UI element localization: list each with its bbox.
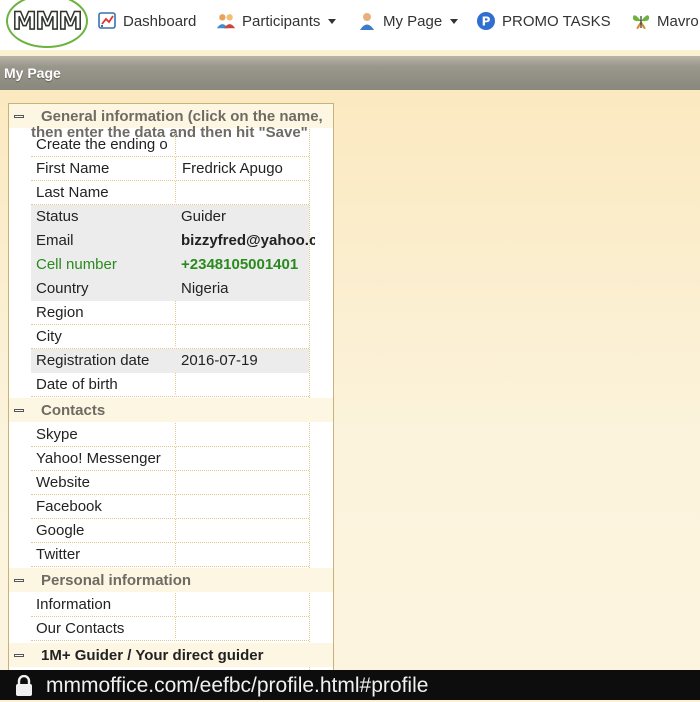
participants-icon [216,11,236,31]
field-label: Registration date [36,352,150,369]
chevron-down-icon [450,18,459,24]
section-personal-header[interactable]: Personal information [9,568,333,592]
personal-row-our-contacts[interactable]: Our Contacts [31,617,309,641]
country-value: Nigeria [181,280,229,297]
profile-row-email: Email bizzyfred@yahoo.c [31,229,315,253]
status-value: Guider [181,208,227,225]
lock-icon [14,674,34,702]
contact-row-yahoo[interactable]: Yahoo! Messenger [31,447,309,471]
field-value[interactable] [175,543,316,564]
nav-my-page-label: My Page [383,12,443,30]
region-value[interactable] [175,301,316,322]
field-value[interactable] [175,447,316,468]
promo-p-icon: P [476,11,496,31]
section-general-title: General information (click on the name, [41,108,323,125]
nav-participants-label: Participants [242,12,321,30]
registration-date-value: 2016-07-19 [181,352,258,369]
butterfly-icon [631,11,651,31]
field-label: Twitter [36,546,81,563]
contact-row-skype[interactable]: Skype [31,423,309,447]
dashboard-icon [97,11,117,31]
section-contacts-title: Contacts [41,402,106,419]
field-label: Yahoo! Messenger [36,450,161,467]
logo-text: MMM [12,6,83,36]
field-label: City [36,328,62,345]
personal-row-information[interactable]: Information [31,593,309,617]
field-value[interactable] [175,423,316,444]
section-guider-title: 1M+ Guider / Your direct guider [41,647,264,664]
page-title: My Page [4,65,61,81]
section-general-header[interactable]: General information (click on the name, … [9,104,333,141]
field-label: Cell number [36,256,117,273]
nav-promo-tasks-label: PROMO TASKS [502,12,611,30]
collapse-icon[interactable] [14,579,24,582]
mmm-logo[interactable]: MMM [6,0,88,48]
field-label: Country [36,280,89,297]
browser-status-bar: mmmoffice.com/eefbc/profile.html#profile [0,670,700,700]
profile-row-city[interactable]: City [31,325,309,349]
field-value[interactable] [175,133,316,154]
nav-promo-tasks[interactable]: P PROMO TASKS [476,10,611,32]
contact-row-twitter[interactable]: Twitter [31,543,309,567]
profile-row-region[interactable]: Region [31,301,309,325]
field-label: Our Contacts [36,620,125,637]
nav-mavro-label: Mavro [657,12,699,30]
field-label: First Name [36,160,110,177]
field-value[interactable] [175,495,316,516]
profile-row-status: Status Guider [31,205,309,229]
field-value[interactable] [175,593,316,614]
nav-my-page[interactable]: My Page [357,10,459,32]
field-label: Create the ending o [36,136,168,153]
field-label: Email [36,232,74,249]
profile-row-registration-date: Registration date 2016-07-19 [31,349,309,373]
svg-text:P: P [482,15,491,29]
collapse-icon[interactable] [14,409,24,412]
cell-number-value: +2348105001401 [181,256,299,273]
profile-row-cell-number: Cell number +2348105001401 [31,253,309,277]
collapse-icon[interactable] [14,115,24,118]
section-contacts-header[interactable]: Contacts [9,398,333,422]
field-label: Status [36,208,79,225]
field-label: Website [36,474,90,491]
field-value[interactable] [175,471,316,492]
contact-row-google[interactable]: Google [31,519,309,543]
url-text: mmmoffice.com/eefbc/profile.html#profile [46,674,429,697]
collapse-icon[interactable] [14,654,24,657]
profile-panel: General information (click on the name, … [8,103,334,685]
chevron-down-icon [328,18,337,24]
profile-row-country: Country Nigeria [31,277,309,301]
nav-participants[interactable]: Participants [216,10,337,32]
profile-row-first-name[interactable]: First Name Fredrick Apugo [31,157,309,181]
nav-mavro[interactable]: Mavro [631,10,699,32]
field-label: Region [36,304,84,321]
field-label: Skype [36,426,78,443]
contact-row-facebook[interactable]: Facebook [31,495,309,519]
last-name-value[interactable] [175,181,316,202]
field-value[interactable] [175,617,316,638]
user-icon [357,11,377,31]
profile-row-ending[interactable]: Create the ending o [31,133,309,157]
profile-row-date-of-birth[interactable]: Date of birth [31,373,309,397]
field-value[interactable] [175,519,316,540]
profile-row-last-name[interactable]: Last Name [31,181,309,205]
page-title-bar: My Page [0,56,700,90]
nav-dashboard[interactable]: Dashboard [97,10,196,32]
section-personal-title: Personal information [41,572,192,589]
field-label: Facebook [36,498,102,515]
field-label: Google [36,522,85,539]
email-value: bizzyfred@yahoo.c [181,232,315,249]
city-value[interactable] [175,325,316,346]
top-navigation: MMM Dashboard Participants My Page P PRO… [0,0,700,50]
first-name-value[interactable]: Fredrick Apugo [175,157,316,178]
section-guider-header[interactable]: 1M+ Guider / Your direct guider [9,643,333,667]
field-label: Last Name [36,184,109,201]
field-label: Information [36,596,112,613]
field-label: Date of birth [36,376,118,393]
contact-row-website[interactable]: Website [31,471,309,495]
nav-dashboard-label: Dashboard [123,12,197,30]
date-of-birth-value[interactable] [175,373,316,394]
